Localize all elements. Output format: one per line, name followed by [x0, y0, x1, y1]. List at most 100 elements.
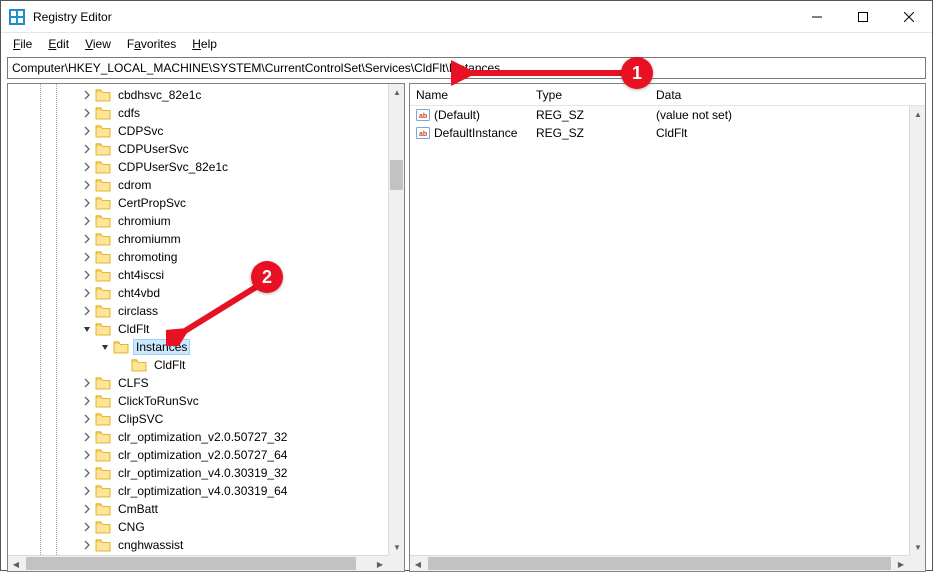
tree-node[interactable]: clr_optimization_v2.0.50727_64: [8, 446, 328, 464]
tree-node[interactable]: cht4vbd: [8, 284, 328, 302]
chevron-right-icon[interactable]: [80, 214, 94, 228]
maximize-button[interactable]: [840, 1, 886, 33]
tree-node-label: cbdhsvc_82e1c: [115, 87, 204, 103]
value-data-cell: CldFlt: [650, 126, 909, 140]
folder-icon: [95, 502, 111, 516]
scroll-thumb[interactable]: [26, 557, 356, 570]
tree-node[interactable]: CldFlt: [8, 356, 328, 374]
tree-node[interactable]: cnghwassist: [8, 536, 328, 554]
address-bar[interactable]: Computer\HKEY_LOCAL_MACHINE\SYSTEM\Curre…: [7, 57, 926, 79]
chevron-right-icon[interactable]: [80, 448, 94, 462]
tree-node[interactable]: Instances: [8, 338, 328, 356]
chevron-right-icon[interactable]: [80, 124, 94, 138]
registry-tree[interactable]: cbdhsvc_82e1ccdfsCDPSvcCDPUserSvcCDPUser…: [8, 84, 388, 555]
scroll-left-button[interactable]: ◀: [8, 556, 24, 572]
chevron-right-icon[interactable]: [80, 484, 94, 498]
tree-vertical-scrollbar[interactable]: ▲ ▼: [388, 84, 404, 555]
tree-node[interactable]: ClickToRunSvc: [8, 392, 328, 410]
value-name: (Default): [434, 108, 480, 122]
menu-help[interactable]: Help: [186, 35, 223, 53]
values-horizontal-scrollbar[interactable]: ◀ ▶: [410, 555, 909, 571]
tree-node[interactable]: chromiumm: [8, 230, 328, 248]
scroll-up-button[interactable]: ▲: [389, 84, 405, 100]
scroll-down-button[interactable]: ▼: [910, 539, 926, 555]
tree-node-label: CDPSvc: [115, 123, 166, 139]
chevron-right-icon[interactable]: [80, 430, 94, 444]
chevron-right-icon[interactable]: [80, 502, 94, 516]
scroll-right-button[interactable]: ▶: [893, 556, 909, 572]
chevron-right-icon[interactable]: [80, 520, 94, 534]
tree-node[interactable]: chromoting: [8, 248, 328, 266]
chevron-down-icon[interactable]: [98, 340, 112, 354]
tree-node[interactable]: CmBatt: [8, 500, 328, 518]
tree-node[interactable]: clr_optimization_v4.0.30319_32: [8, 464, 328, 482]
menu-file[interactable]: File: [7, 35, 38, 53]
window-title: Registry Editor: [33, 10, 112, 24]
tree-node[interactable]: chromium: [8, 212, 328, 230]
scroll-down-button[interactable]: ▼: [389, 539, 405, 555]
folder-icon: [95, 484, 111, 498]
scroll-up-button[interactable]: ▲: [910, 106, 926, 122]
title-bar: Registry Editor: [1, 1, 932, 33]
scroll-thumb[interactable]: [390, 160, 403, 190]
value-row[interactable]: abDefaultInstanceREG_SZCldFlt: [410, 124, 909, 142]
scroll-left-button[interactable]: ◀: [410, 556, 426, 572]
folder-icon: [95, 124, 111, 138]
menu-edit[interactable]: Edit: [42, 35, 75, 53]
menu-view[interactable]: View: [79, 35, 117, 53]
chevron-down-icon[interactable]: [80, 322, 94, 336]
scroll-right-button[interactable]: ▶: [372, 556, 388, 572]
chevron-right-icon[interactable]: [80, 88, 94, 102]
tree-node[interactable]: cdrom: [8, 176, 328, 194]
column-data[interactable]: Data: [650, 84, 925, 105]
tree-node-label: cdrom: [115, 177, 154, 193]
tree-node[interactable]: circlass: [8, 302, 328, 320]
values-vertical-scrollbar[interactable]: ▲ ▼: [909, 106, 925, 555]
tree-node[interactable]: ClipSVC: [8, 410, 328, 428]
tree-node-label: cht4vbd: [115, 285, 163, 301]
chevron-right-icon[interactable]: [80, 394, 94, 408]
chevron-right-icon[interactable]: [80, 286, 94, 300]
close-button[interactable]: [886, 1, 932, 33]
chevron-right-icon[interactable]: [80, 106, 94, 120]
tree-node[interactable]: CDPSvc: [8, 122, 328, 140]
values-pane: Name Type Data ab(Default)REG_SZ(value n…: [409, 83, 926, 572]
chevron-right-icon[interactable]: [80, 250, 94, 264]
tree-node[interactable]: CDPUserSvc: [8, 140, 328, 158]
chevron-right-icon[interactable]: [80, 376, 94, 390]
column-type[interactable]: Type: [530, 84, 650, 105]
tree-node[interactable]: cbdhsvc_82e1c: [8, 86, 328, 104]
tree-node[interactable]: cdfs: [8, 104, 328, 122]
folder-icon: [95, 88, 111, 102]
chevron-right-icon[interactable]: [80, 178, 94, 192]
tree-node[interactable]: CDPUserSvc_82e1c: [8, 158, 328, 176]
folder-icon: [95, 412, 111, 426]
tree-horizontal-scrollbar[interactable]: ◀ ▶: [8, 555, 388, 571]
column-name[interactable]: Name: [410, 84, 530, 105]
value-row[interactable]: ab(Default)REG_SZ(value not set): [410, 106, 909, 124]
chevron-right-icon[interactable]: [80, 232, 94, 246]
menu-favorites[interactable]: Favorites: [121, 35, 182, 53]
tree-node[interactable]: clr_optimization_v2.0.50727_32: [8, 428, 328, 446]
tree-node-label: clr_optimization_v2.0.50727_64: [115, 447, 290, 463]
chevron-right-icon[interactable]: [80, 466, 94, 480]
tree-node[interactable]: CldFlt: [8, 320, 328, 338]
chevron-right-icon[interactable]: [80, 268, 94, 282]
tree-node[interactable]: clr_optimization_v4.0.30319_64: [8, 482, 328, 500]
svg-text:ab: ab: [419, 113, 427, 120]
tree-node[interactable]: CNG: [8, 518, 328, 536]
scroll-thumb[interactable]: [428, 557, 891, 570]
chevron-right-icon[interactable]: [80, 142, 94, 156]
tree-node[interactable]: cht4iscsi: [8, 266, 328, 284]
tree-node-label: chromoting: [115, 249, 180, 265]
chevron-right-icon[interactable]: [80, 538, 94, 552]
chevron-right-icon[interactable]: [80, 412, 94, 426]
values-list[interactable]: ab(Default)REG_SZ(value not set)abDefaul…: [410, 106, 909, 555]
tree-node[interactable]: CertPropSvc: [8, 194, 328, 212]
chevron-right-icon[interactable]: [80, 304, 94, 318]
folder-icon: [95, 430, 111, 444]
chevron-right-icon[interactable]: [80, 196, 94, 210]
chevron-right-icon[interactable]: [80, 160, 94, 174]
tree-node[interactable]: CLFS: [8, 374, 328, 392]
minimize-button[interactable]: [794, 1, 840, 33]
